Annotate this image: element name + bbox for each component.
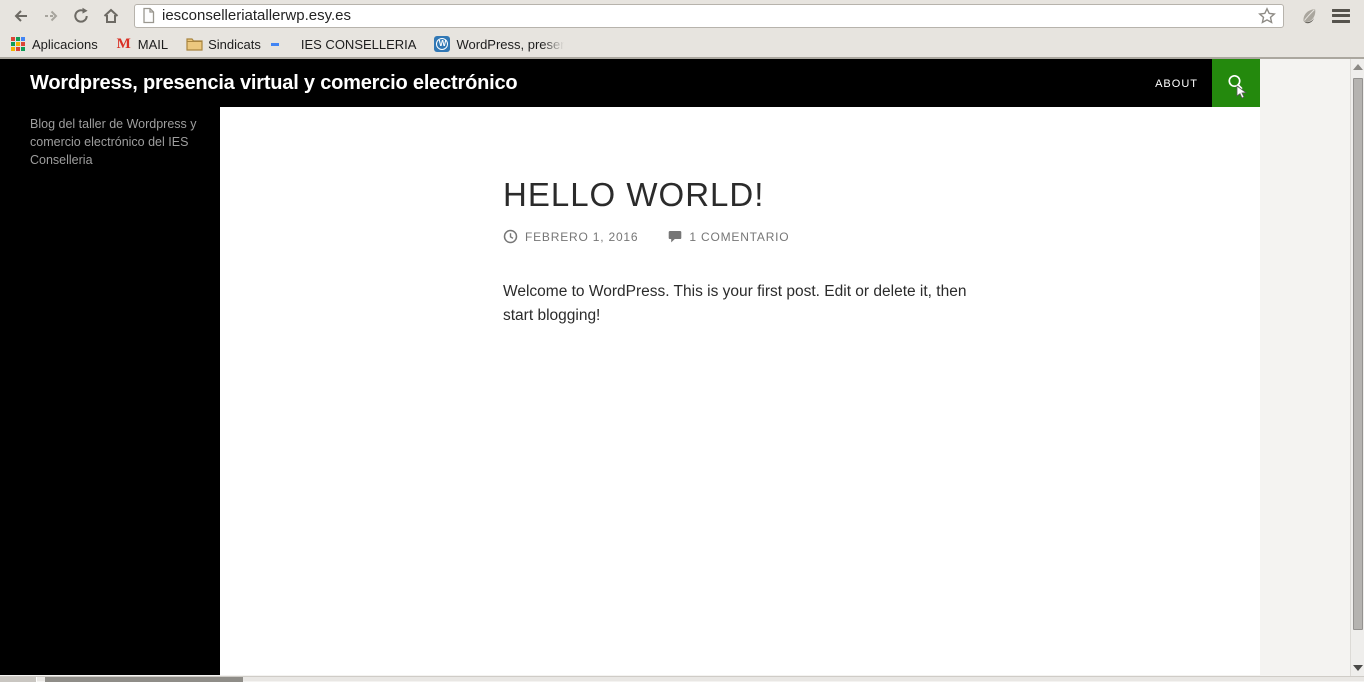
folder-icon: [186, 36, 203, 52]
bookmark-star-icon[interactable]: [1257, 6, 1277, 26]
vertical-scrollbar-thumb[interactable]: [1352, 78, 1363, 630]
bookmark-mail[interactable]: M MAIL: [114, 33, 170, 55]
vertical-scrollbar[interactable]: [1350, 59, 1364, 676]
post-comments-link[interactable]: 1 COMENTARIO: [668, 230, 789, 244]
bookmark-label: Sindicats: [208, 36, 261, 52]
back-button[interactable]: [8, 3, 34, 29]
search-button[interactable]: [1212, 59, 1260, 107]
bookmark-aplicacions[interactable]: Aplicacions: [8, 33, 100, 55]
scroll-left-button[interactable]: [0, 677, 37, 682]
nav-about-link[interactable]: ABOUT: [1155, 78, 1198, 90]
wordpress-site: Wordpress, presencia virtual y comercio …: [0, 59, 1260, 675]
reload-button[interactable]: [68, 3, 94, 29]
post-comment-count: 1 COMENTARIO: [689, 229, 790, 244]
post-body: Welcome to WordPress. This is your first…: [503, 283, 967, 324]
horizontal-scrollbar-thumb[interactable]: [45, 677, 243, 682]
extension-icon[interactable]: [1296, 3, 1322, 29]
scroll-down-arrow-icon[interactable]: [1351, 660, 1364, 676]
menu-icon: [1332, 8, 1350, 12]
reload-icon: [72, 7, 90, 25]
bookmark-label: MAIL: [137, 36, 169, 52]
back-icon: [12, 7, 30, 25]
site-sidebar: Blog del taller de Wordpress y comercio …: [0, 107, 220, 675]
forward-icon: [42, 7, 60, 25]
mouse-cursor: [1236, 85, 1247, 99]
bookmark-label: Aplicacions: [32, 36, 98, 52]
post-meta: FEBRERO 1, 2016 1 COMENTARIO: [503, 229, 981, 244]
home-icon: [102, 7, 120, 25]
url-text[interactable]: iesconselleriatallerwp.esy.es: [162, 7, 1257, 24]
bookmark-ies-conselleria[interactable]: IES CONSELLERIA: [277, 33, 419, 55]
url-bar[interactable]: iesconselleriatallerwp.esy.es: [134, 3, 1284, 28]
post-title[interactable]: HELLO WORLD!: [503, 177, 981, 213]
post-date: FEBRERO 1, 2016: [525, 229, 639, 244]
site-title[interactable]: Wordpress, presencia virtual y comercio …: [30, 72, 518, 95]
bookmark-wordpress[interactable]: W WordPress, presen: [432, 33, 569, 55]
browser-toolbar: iesconselleriatallerwp.esy.es: [0, 0, 1364, 31]
clock-icon: [503, 229, 518, 244]
apps-grid-icon: [10, 36, 26, 52]
page-icon: [141, 7, 156, 24]
primary-nav: ABOUT: [1155, 74, 1198, 92]
browser-viewport: Wordpress, presencia virtual y comercio …: [0, 59, 1364, 682]
bookmark-label: IES CONSELLERIA: [300, 36, 417, 52]
menu-button[interactable]: [1328, 3, 1354, 29]
google-g-icon: [279, 36, 295, 52]
gmail-icon: M: [116, 36, 131, 52]
post-article: HELLO WORLD! FEBRERO 1, 2016 1 COMENTARI…: [503, 177, 981, 328]
horizontal-scrollbar[interactable]: [0, 676, 1364, 682]
scroll-up-arrow-icon[interactable]: [1351, 59, 1364, 75]
comment-bubble-icon: [668, 230, 682, 244]
site-header: Wordpress, presencia virtual y comercio …: [0, 59, 1260, 107]
wordpress-icon: W: [434, 36, 451, 52]
bookmark-label: WordPress, presen: [456, 36, 568, 52]
bookmark-sindicats[interactable]: Sindicats: [184, 33, 263, 55]
forward-button[interactable]: [38, 3, 64, 29]
post-date-link[interactable]: FEBRERO 1, 2016: [503, 229, 638, 244]
home-button[interactable]: [98, 3, 124, 29]
browser-chrome: iesconselleriatallerwp.esy.es Aplicacion…: [0, 0, 1364, 59]
bookmarks-bar: Aplicacions M MAIL Sindicats IES CONSELL…: [0, 31, 1364, 57]
site-description: Blog del taller de Wordpress y comercio …: [30, 117, 197, 167]
